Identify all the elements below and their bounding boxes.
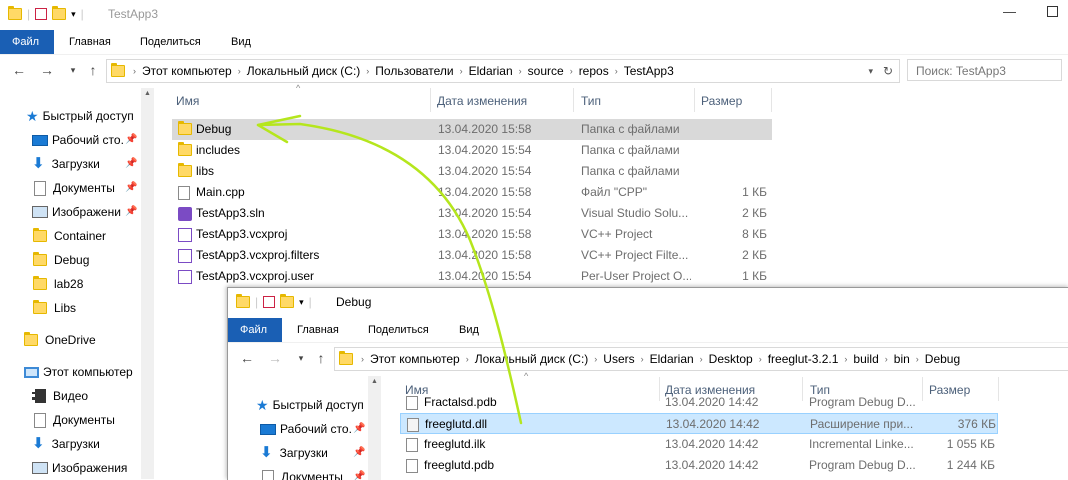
annotation-arrow	[0, 0, 1068, 479]
arrow-head	[258, 116, 300, 142]
arrow-shaft	[258, 124, 521, 423]
